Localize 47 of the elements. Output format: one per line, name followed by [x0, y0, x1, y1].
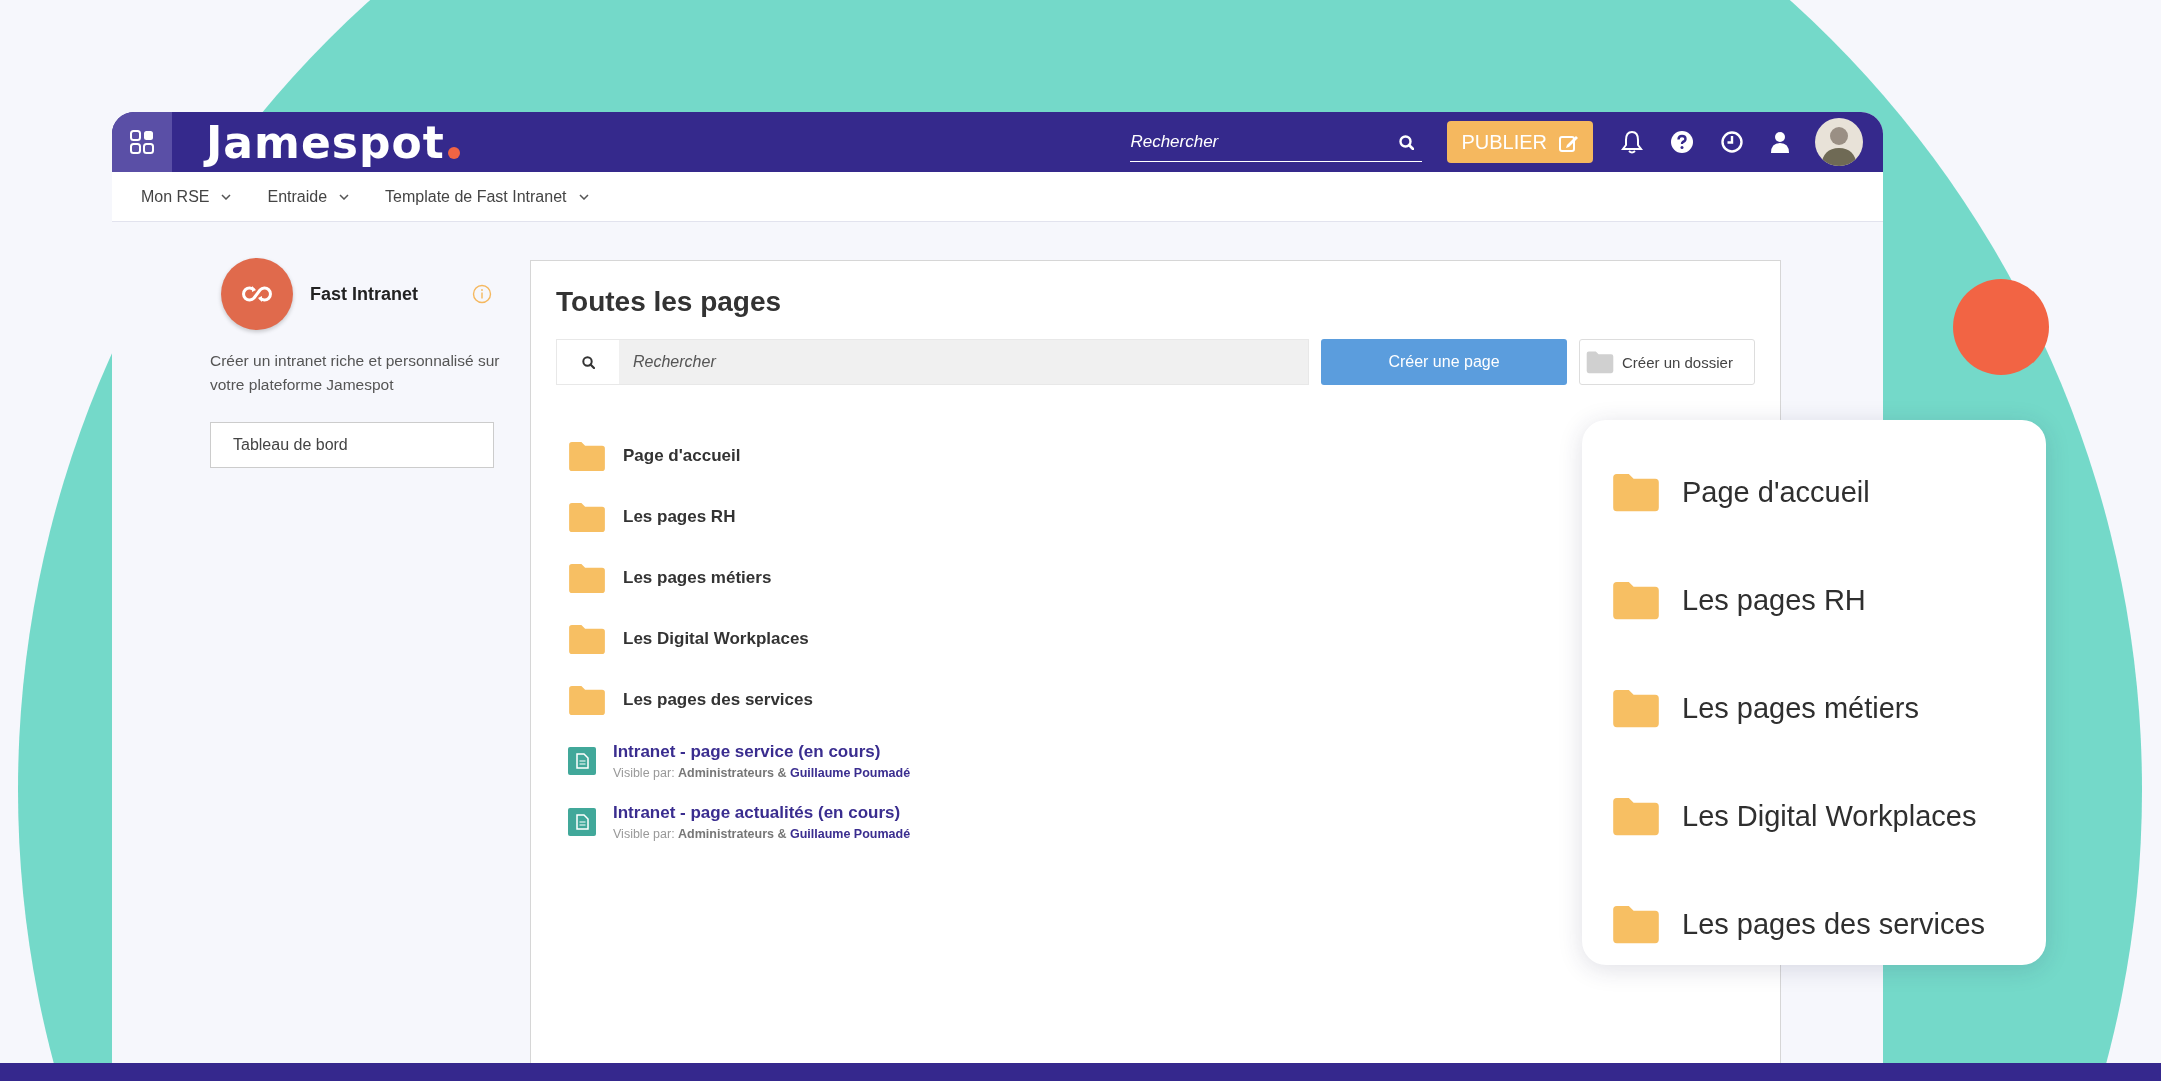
- search-field[interactable]: Rechercher: [556, 339, 1309, 385]
- search-icon: [581, 355, 595, 369]
- folder-icon: [1612, 687, 1660, 729]
- apps-icon: [130, 130, 154, 154]
- apps-button[interactable]: [112, 112, 172, 172]
- avatar[interactable]: [1815, 118, 1863, 166]
- folder-label: Page d'accueil: [1682, 475, 1870, 509]
- folder-link[interactable]: Les pages métiers: [623, 567, 772, 588]
- document-icon[interactable]: [568, 746, 596, 775]
- folder-link[interactable]: Les pages des services: [623, 689, 813, 710]
- chevron-down-icon: [339, 193, 350, 200]
- folder-icon: [1586, 350, 1614, 374]
- nav-menu[interactable]: Mon RSE: [141, 187, 232, 206]
- nav-menu[interactable]: Template de Fast Intranet: [385, 187, 589, 206]
- logo-dot: [447, 147, 460, 159]
- dashboard-button[interactable]: Tableau de bord: [210, 422, 494, 468]
- visibility-text: Visible par: Administrateurs & Guillaume Poumadé: [613, 826, 911, 841]
- bell-icon[interactable]: [1621, 130, 1643, 154]
- folder-icon: [1612, 903, 1660, 945]
- page-link[interactable]: Intranet - page service (en cours): [613, 741, 881, 761]
- create-folder-button[interactable]: Créer un dossier: [1579, 339, 1755, 385]
- help-icon[interactable]: [1671, 131, 1693, 153]
- user-link[interactable]: Guillaume Poumadé: [789, 826, 911, 841]
- folder-icon: [1612, 579, 1660, 621]
- folder-link[interactable]: Les Digital Workplaces: [623, 628, 809, 649]
- chevron-down-icon: [221, 193, 232, 200]
- page-title: Toutes les pages: [556, 286, 783, 318]
- folder-icon: [1612, 795, 1660, 837]
- folder-label: Les Digital Workplaces: [1682, 799, 1977, 833]
- folder-label: Les pages RH: [1682, 583, 1866, 617]
- page-link[interactable]: Intranet - page actualités (en cours): [613, 802, 901, 822]
- folder-label: Les pages des services: [1682, 907, 1986, 941]
- folder-label: Les pages métiers: [1682, 691, 1919, 725]
- app-description: Créer un intranet riche et personnalisé sur votre plateforme Jamespot: [210, 351, 500, 395]
- nav-menu[interactable]: Entraide: [267, 187, 350, 206]
- search-button[interactable]: [557, 340, 619, 384]
- folder-link[interactable]: Les pages RH: [623, 506, 736, 527]
- document-icon[interactable]: [568, 807, 596, 836]
- folder-icon: [1612, 471, 1660, 513]
- search-icon[interactable]: [1399, 135, 1415, 150]
- folder-link[interactable]: Page d'accueil: [623, 445, 741, 466]
- user-icon[interactable]: [1771, 131, 1789, 153]
- clock-icon[interactable]: [1721, 131, 1743, 153]
- chevron-down-icon: [578, 193, 589, 200]
- user-link[interactable]: Guillaume Poumadé: [789, 765, 911, 780]
- app-title: Fast Intranet: [310, 283, 419, 305]
- visibility-text: Visible par: Administrateurs & Guillaume Poumadé: [613, 765, 911, 780]
